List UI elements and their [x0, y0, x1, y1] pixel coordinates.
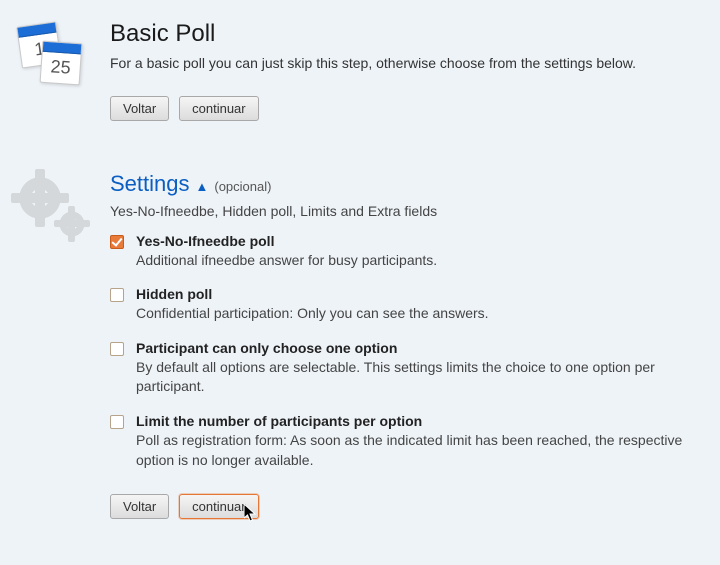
- option-checkbox[interactable]: [110, 415, 124, 429]
- continue-button-bottom[interactable]: continuar: [179, 494, 258, 519]
- settings-title: Settings: [110, 171, 190, 197]
- option-checkbox[interactable]: [110, 235, 124, 249]
- option-desc: Poll as registration form: As soon as th…: [136, 431, 695, 470]
- basic-desc: For a basic poll you can just skip this …: [110, 54, 695, 74]
- option-title: Hidden poll: [136, 286, 695, 302]
- option-checkbox[interactable]: [110, 342, 124, 356]
- settings-option: Yes-No-Ifneedbe poll Additional ifneedbe …: [110, 233, 695, 271]
- settings-button-row: Voltar continuar: [110, 494, 695, 519]
- settings-option: Limit the number of participants per opt…: [110, 413, 695, 470]
- back-button-bottom[interactable]: Voltar: [110, 494, 169, 519]
- calendar-icon: 1 25: [19, 24, 89, 94]
- settings-heading[interactable]: Settings ▲ (opcional): [110, 171, 695, 197]
- basic-poll-section: 1 25 Basic Poll For a basic poll you can…: [15, 20, 695, 121]
- gear-icon: [15, 173, 90, 248]
- settings-optional: (opcional): [214, 179, 271, 194]
- back-button[interactable]: Voltar: [110, 96, 169, 121]
- settings-option: Hidden poll Confidential participation: O…: [110, 286, 695, 324]
- option-title: Limit the number of participants per opt…: [136, 413, 695, 429]
- option-desc: By default all options are selectable. T…: [136, 358, 695, 397]
- continue-button[interactable]: continuar: [179, 96, 258, 121]
- option-desc: Additional ifneedbe answer for busy part…: [136, 251, 695, 271]
- settings-subdesc: Yes-No-Ifneedbe, Hidden poll, Limits and…: [110, 203, 695, 219]
- option-desc: Confidential participation: Only you can…: [136, 304, 695, 324]
- settings-section: Settings ▲ (opcional) Yes-No-Ifneedbe, H…: [15, 171, 695, 520]
- option-title: Participant can only choose one option: [136, 340, 695, 356]
- option-checkbox[interactable]: [110, 288, 124, 302]
- option-title: Yes-No-Ifneedbe poll: [136, 233, 695, 249]
- settings-option: Participant can only choose one option By…: [110, 340, 695, 397]
- calendar-num-front: 25: [41, 52, 81, 80]
- basic-button-row: Voltar continuar: [110, 96, 695, 121]
- collapse-icon: ▲: [196, 179, 209, 194]
- page-title: Basic Poll: [110, 20, 695, 48]
